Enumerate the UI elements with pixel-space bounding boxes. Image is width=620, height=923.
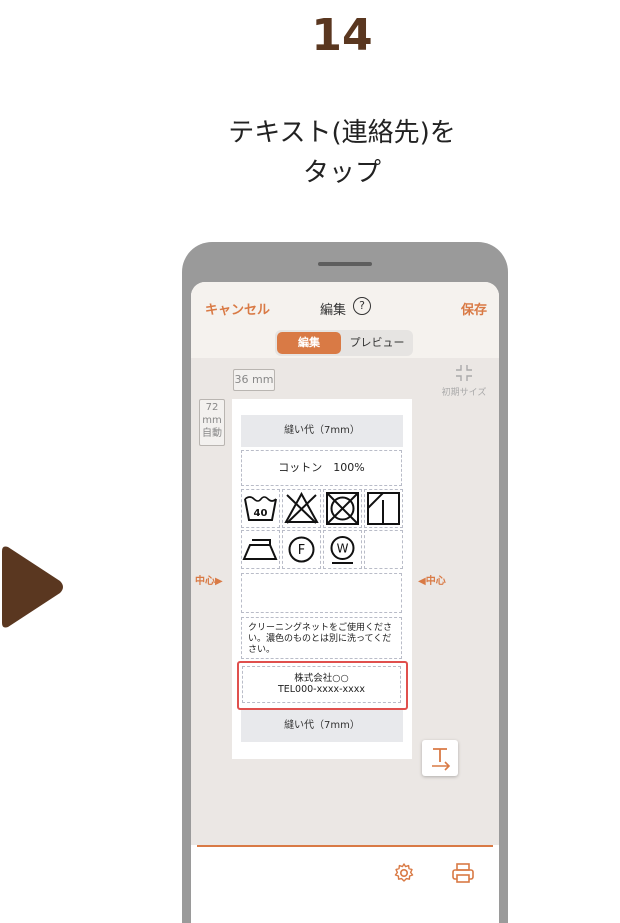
center-marker-left: 中心▶ bbox=[195, 576, 223, 587]
app-header: キャンセル 編集 ? 保存 編集 プレビュー bbox=[191, 282, 499, 358]
material-text-block[interactable]: コットン 100% bbox=[241, 450, 402, 486]
initial-size-label: 初期サイズ bbox=[441, 388, 487, 398]
cancel-button[interactable]: キャンセル bbox=[205, 299, 270, 318]
dry-clean-f-symbol[interactable]: F bbox=[282, 530, 321, 569]
width-unit: mm bbox=[252, 373, 274, 386]
wet-clean-w-symbol[interactable]: W bbox=[323, 530, 362, 569]
step-number: 14 bbox=[311, 10, 373, 61]
no-tumble-dry-icon bbox=[326, 492, 359, 525]
contact-text-highlight[interactable]: 株式会社○○ TEL000-xxxx-xxxx bbox=[237, 661, 408, 710]
height-value: 72 bbox=[205, 402, 219, 413]
care-note-line-1: クリーニングネットをご使用くださ bbox=[248, 623, 393, 633]
wash-tub-icon: 40 bbox=[244, 496, 277, 521]
iron-symbol[interactable] bbox=[241, 530, 280, 569]
wash-40-symbol[interactable]: 40 bbox=[241, 489, 280, 528]
add-text-button[interactable] bbox=[422, 740, 458, 776]
printer-icon[interactable] bbox=[451, 862, 475, 884]
instruction-line-2: タップ bbox=[302, 158, 381, 188]
wet-clean-letter: W bbox=[337, 542, 349, 556]
no-bleach-symbol[interactable] bbox=[282, 489, 321, 528]
width-value: 36 bbox=[234, 373, 249, 386]
line-dry-icon bbox=[367, 492, 400, 525]
height-size-button[interactable]: 72 mm 自動 bbox=[199, 399, 225, 446]
iron-icon bbox=[242, 539, 278, 560]
mode-switch: 編集 プレビュー bbox=[275, 330, 413, 356]
height-auto: 自動 bbox=[202, 428, 222, 439]
material-text: コットン 100% bbox=[278, 461, 365, 474]
initial-size-button[interactable]: 初期サイズ bbox=[433, 358, 495, 398]
care-note-line-2: い。濃色のものとは別に洗ってくだ bbox=[248, 634, 392, 644]
seam-allowance-top: 縫い代（7mm） bbox=[241, 415, 403, 447]
care-note-line-3: さい。 bbox=[248, 645, 276, 655]
phone-speaker bbox=[318, 262, 372, 266]
width-size-button[interactable]: 36 mm bbox=[233, 369, 275, 391]
contact-text-block[interactable]: 株式会社○○ TEL000-xxxx-xxxx bbox=[242, 666, 401, 703]
bottom-toolbar bbox=[191, 845, 499, 923]
instruction-text: テキスト(連絡先)を タップ bbox=[0, 113, 620, 193]
empty-text-block[interactable] bbox=[241, 573, 402, 613]
dry-clean-f-icon: F bbox=[288, 536, 315, 563]
save-button[interactable]: 保存 bbox=[461, 299, 487, 318]
tab-edit[interactable]: 編集 bbox=[277, 332, 341, 354]
dry-clean-letter: F bbox=[298, 543, 305, 558]
line-dry-symbol[interactable] bbox=[364, 489, 403, 528]
text-move-icon bbox=[432, 748, 451, 771]
height-unit: mm bbox=[202, 415, 222, 426]
instruction-line-1: テキスト(連絡先)を bbox=[228, 118, 456, 148]
toolbar-divider bbox=[197, 845, 493, 847]
gear-icon[interactable] bbox=[393, 862, 415, 884]
seam-allowance-bottom: 縫い代（7mm） bbox=[241, 710, 403, 742]
wash-temp-label: 40 bbox=[254, 508, 268, 519]
page-title: 編集 bbox=[320, 303, 347, 318]
app-screen: キャンセル 編集 ? 保存 編集 プレビュー 36 mm 72 mm 自動 初期… bbox=[191, 282, 499, 923]
company-tel: TEL000-xxxx-xxxx bbox=[277, 684, 366, 695]
edit-canvas: 36 mm 72 mm 自動 初期サイズ 中心▶ ◀中心 縫い代（7mm） コッ… bbox=[191, 358, 499, 845]
center-marker-right: ◀中心 bbox=[418, 576, 446, 587]
no-tumble-dry-symbol[interactable] bbox=[323, 489, 362, 528]
company-name: 株式会社○○ bbox=[294, 673, 349, 684]
help-icon[interactable]: ? bbox=[353, 297, 371, 315]
next-arrow-icon bbox=[2, 546, 63, 628]
care-label: 縫い代（7mm） コットン 100% 40 F W クリーニングネットをご使用く… bbox=[232, 399, 412, 759]
tab-preview[interactable]: プレビュー bbox=[343, 332, 411, 354]
care-note-text-block[interactable]: クリーニングネットをご使用くださ い。濃色のものとは別に洗ってくだ さい。 bbox=[241, 617, 402, 659]
shrink-icon bbox=[456, 365, 472, 381]
no-bleach-icon bbox=[284, 491, 319, 524]
wet-clean-w-icon: W bbox=[330, 536, 355, 564]
empty-symbol-slot[interactable] bbox=[364, 530, 403, 569]
